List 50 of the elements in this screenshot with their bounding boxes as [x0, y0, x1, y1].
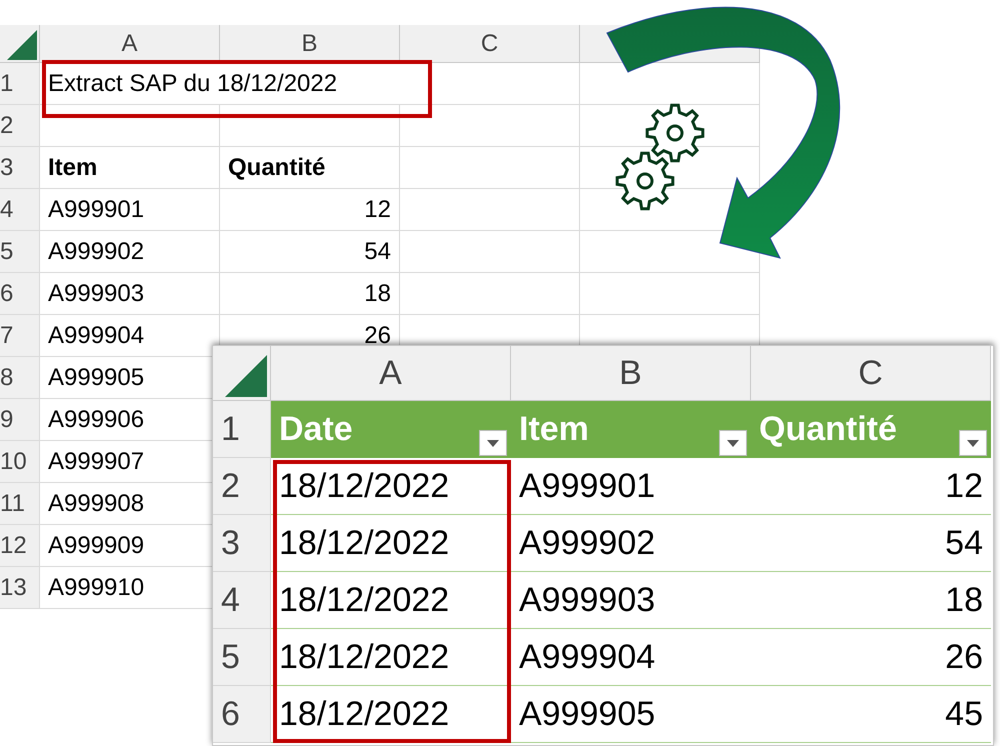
table-cell-text: 12 [945, 466, 983, 506]
table-cell-text: A999910 [48, 572, 144, 602]
table-cell-text: 26 [945, 636, 983, 678]
table-cell-text: A999909 [48, 530, 144, 560]
column-header[interactable]: B [619, 348, 642, 398]
table-cell-text: 26 [364, 320, 391, 350]
report-title: Extract SAP du 18/12/2022 [48, 68, 338, 98]
table-cell-text: A999901 [519, 466, 656, 506]
column-header[interactable]: A [121, 26, 138, 62]
column-header[interactable]: C [858, 348, 883, 398]
table-cell-text: A999908 [48, 488, 144, 518]
caret-icon [487, 440, 499, 446]
table-cell-text: 12 [364, 194, 391, 224]
table-cell-text: Item [48, 152, 98, 182]
table-cell-text: A999903 [48, 278, 144, 308]
column-header[interactable]: B [301, 26, 318, 62]
gears-icon [616, 104, 704, 210]
table-cell-text: A999901 [48, 194, 144, 224]
table-cell-text: 18/12/2022 [279, 636, 450, 678]
select-all-icon[interactable] [7, 30, 37, 60]
table-cell-text: A999905 [48, 362, 144, 392]
table-cell-text: 18 [945, 580, 983, 620]
caret-icon [727, 440, 739, 446]
table-cell-text: A999904 [519, 636, 656, 678]
table-cell-text: 18 [364, 278, 391, 308]
filter-button[interactable] [479, 430, 507, 456]
table-cell-text: A999902 [519, 522, 656, 564]
table-cell-text: 18/12/2022 [279, 580, 450, 620]
table-cell-text: A999904 [48, 320, 144, 350]
table-cell-text: 54 [945, 522, 983, 564]
table-cell-text: 18/12/2022 [279, 466, 450, 506]
table-cell-text: A999902 [48, 236, 144, 266]
filter-button[interactable] [959, 430, 987, 456]
filter-button[interactable] [719, 430, 747, 456]
table-cell-text: A999903 [519, 580, 656, 620]
table-header: Date [279, 409, 353, 450]
table-cell-text: 18/12/2022 [279, 522, 450, 564]
table-cell-text: A999906 [48, 404, 144, 434]
column-header[interactable]: C [480, 26, 498, 62]
caret-icon [967, 440, 979, 446]
table-cell-text: 18/12/2022 [279, 694, 450, 734]
table-cell-text: 45 [945, 694, 983, 734]
table-header: Item [519, 409, 589, 450]
table-cell-text: A999907 [48, 446, 144, 476]
table-header: Quantité [759, 409, 897, 450]
table-cell-text: A999905 [519, 694, 656, 734]
table-cell-text: 54 [364, 236, 391, 266]
select-all-icon[interactable] [225, 355, 267, 397]
column-header[interactable]: A [379, 348, 402, 398]
table-cell-text: Quantité [228, 152, 326, 182]
